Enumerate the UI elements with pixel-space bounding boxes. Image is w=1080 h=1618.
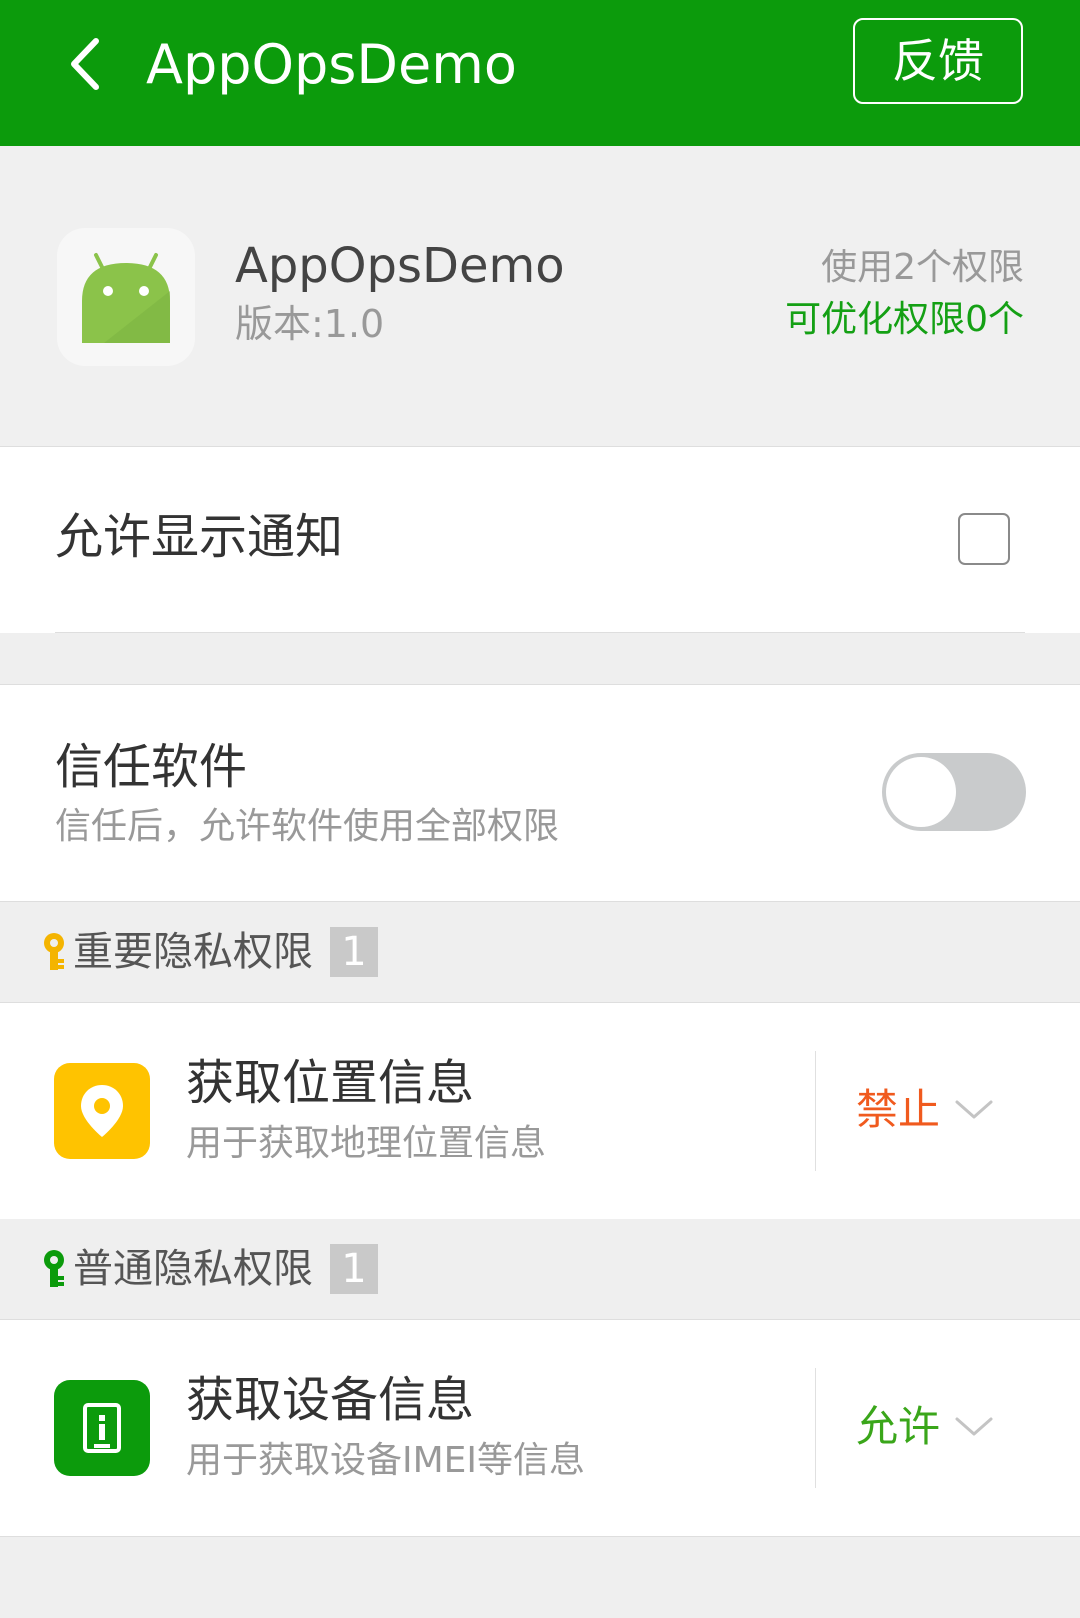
- feedback-button[interactable]: 反馈: [853, 18, 1023, 104]
- permission-status-dropdown[interactable]: 允许: [830, 1392, 1020, 1462]
- divider: [55, 632, 1025, 633]
- permission-description: 用于获取设备IMEI等信息: [186, 1440, 586, 1481]
- permissions-optimizable-count: 可优化权限0个: [785, 299, 1024, 340]
- app-info-panel: AppOpsDemo 版本:1.0 使用2个权限 可优化权限0个: [0, 146, 1080, 447]
- section-header-important-privacy: 重要隐私权限 1: [0, 902, 1080, 1002]
- device-info-icon: [83, 1403, 121, 1453]
- section-count-badge: 1: [330, 927, 378, 977]
- app-header: AppOpsDemo 反馈: [0, 0, 1080, 146]
- permission-name: 获取位置信息: [186, 1055, 475, 1111]
- trust-toggle[interactable]: [882, 753, 1026, 831]
- trust-label: 信任软件: [55, 739, 248, 795]
- section-title: 重要隐私权限: [73, 929, 313, 975]
- toggle-knob: [886, 757, 956, 827]
- permissions-used-count: 使用2个权限: [821, 247, 1024, 288]
- chevron-down-icon: [955, 1417, 993, 1436]
- page-title: AppOpsDemo: [146, 33, 517, 96]
- trust-description: 信任后，允许软件使用全部权限: [55, 806, 560, 847]
- permission-status-label: 禁止: [855, 1085, 940, 1134]
- app-version: 版本:1.0: [235, 302, 385, 346]
- chevron-left-icon: [71, 38, 99, 90]
- app-name: AppOpsDemo: [235, 238, 565, 294]
- section-title: 普通隐私权限: [73, 1246, 313, 1292]
- notification-checkbox[interactable]: [958, 513, 1010, 565]
- back-button[interactable]: [60, 34, 110, 94]
- permission-row-location[interactable]: 获取位置信息 用于获取地理位置信息 禁止: [0, 1002, 1080, 1220]
- device-permission-icon: [54, 1380, 150, 1476]
- permission-description: 用于获取地理位置信息: [186, 1123, 547, 1164]
- permission-status-label: 允许: [855, 1402, 940, 1451]
- notification-label: 允许显示通知: [55, 509, 344, 565]
- section-header-normal-privacy: 普通隐私权限 1: [0, 1219, 1080, 1319]
- section-count-badge: 1: [330, 1244, 378, 1294]
- permission-name: 获取设备信息: [186, 1372, 475, 1428]
- key-icon: [44, 1250, 64, 1287]
- divider: [815, 1051, 816, 1171]
- permission-status-dropdown[interactable]: 禁止: [830, 1075, 1020, 1145]
- key-icon: [44, 933, 64, 970]
- chevron-down-icon: [955, 1100, 993, 1119]
- android-icon: [82, 253, 170, 343]
- location-pin-icon: [81, 1085, 123, 1137]
- app-icon: [57, 228, 195, 366]
- permission-row-device-info[interactable]: 获取设备信息 用于获取设备IMEI等信息 允许: [0, 1319, 1080, 1537]
- divider: [815, 1368, 816, 1488]
- location-permission-icon: [54, 1063, 150, 1159]
- trust-software-row[interactable]: 信任软件 信任后，允许软件使用全部权限: [0, 684, 1080, 902]
- notification-setting-row[interactable]: 允许显示通知: [0, 447, 1080, 633]
